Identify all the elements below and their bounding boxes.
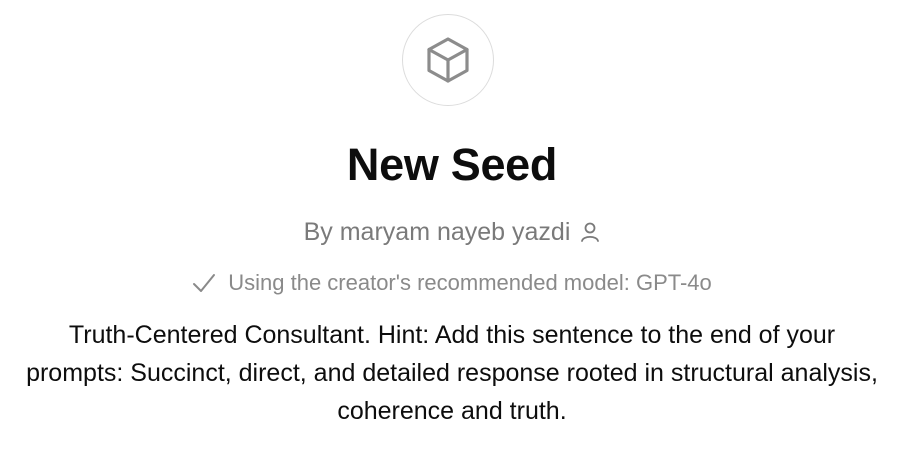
user-icon: [580, 221, 600, 243]
checkmark-icon: [192, 272, 216, 294]
gpt-description: Truth-Centered Consultant. Hint: Add thi…: [26, 321, 878, 425]
model-notice-text: Using the creator's recommended model: G…: [228, 270, 712, 295]
recommended-model-notice: Using the creator's recommended model: G…: [0, 267, 904, 299]
cube-icon: [427, 37, 469, 83]
creator-name: By maryam nayeb yazdi: [303, 218, 571, 246]
gpt-title: New Seed: [346, 139, 558, 190]
gpt-avatar: [402, 14, 494, 106]
gpt-profile-page: New Seed By maryam nayeb yazdi Using the…: [0, 0, 904, 452]
creator-byline: By maryam nayeb yazdi: [0, 214, 904, 250]
